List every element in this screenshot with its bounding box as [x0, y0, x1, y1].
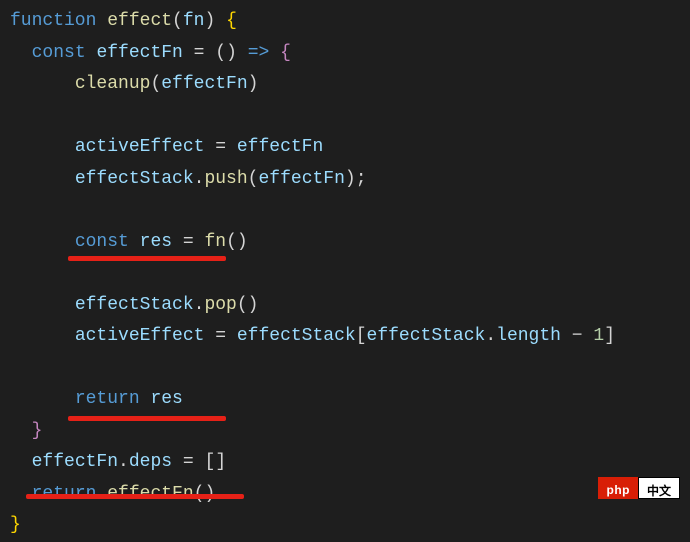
- keyword-const: const: [32, 43, 86, 63]
- code-block: function effect(fn) { const effectFn = (…: [10, 6, 680, 542]
- number-one: 1: [593, 326, 604, 346]
- arrow-icon: =>: [248, 43, 270, 63]
- prop-length: length: [496, 326, 561, 346]
- keyword-function: function: [10, 11, 96, 31]
- annotation-underline: [68, 256, 226, 261]
- var-res: res: [140, 232, 172, 252]
- annotation-underline: [26, 494, 244, 499]
- call-cleanup: cleanup: [75, 74, 151, 94]
- var-effectStack: effectStack: [75, 169, 194, 189]
- watermark-left: php: [598, 477, 638, 499]
- watermark-right: 中文: [638, 477, 680, 499]
- call-fn: fn: [204, 232, 226, 252]
- annotation-underline: [68, 416, 226, 421]
- call-pop: pop: [204, 295, 236, 315]
- fn-name: effect: [107, 11, 172, 31]
- call-push: push: [204, 169, 247, 189]
- param-fn: fn: [183, 11, 205, 31]
- keyword-return: return: [75, 389, 140, 409]
- watermark-badge: php 中文: [598, 477, 680, 499]
- var-effectFn: effectFn: [96, 43, 182, 63]
- var-activeEffect: activeEffect: [75, 137, 205, 157]
- prop-deps: deps: [129, 452, 172, 472]
